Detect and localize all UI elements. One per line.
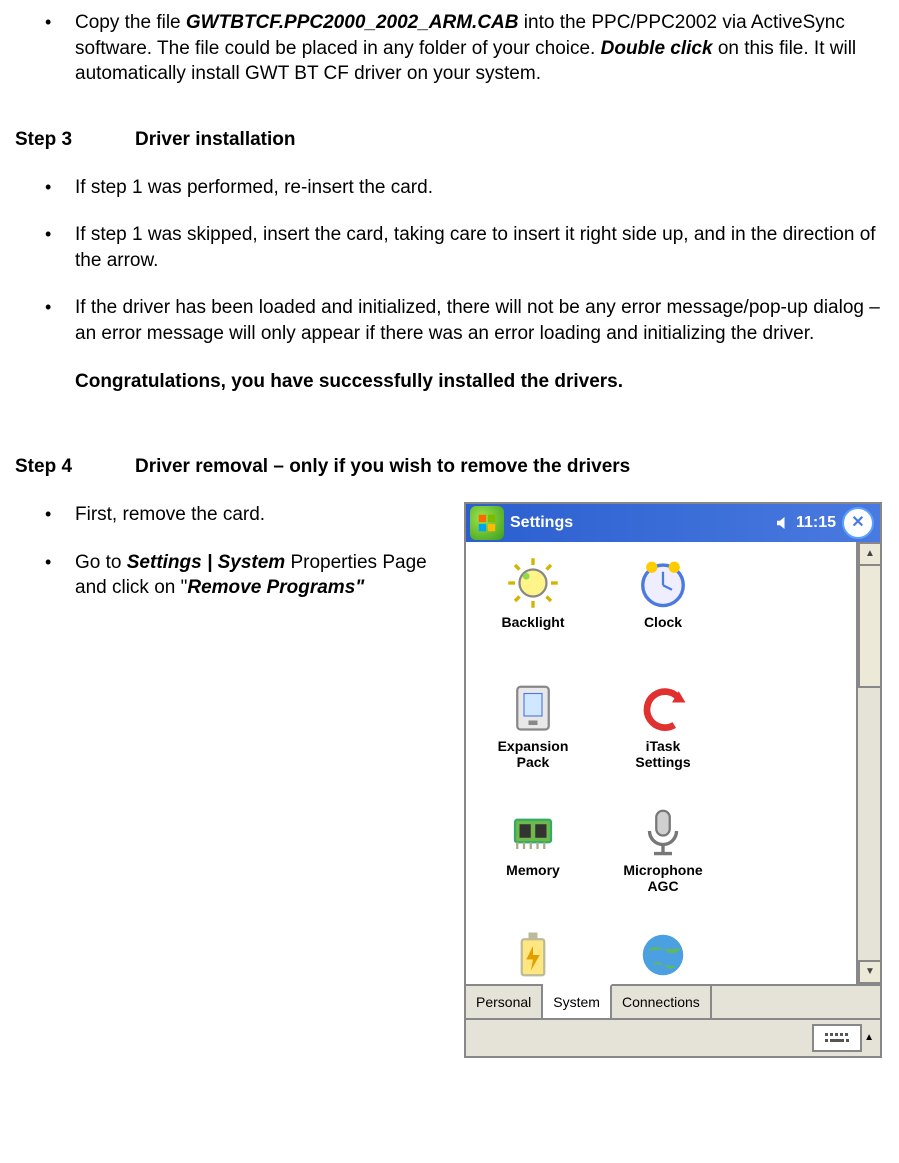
step3-congrats: Congratulations, you have successfully i… [15, 369, 884, 395]
settings-item-clock[interactable]: Clock [598, 546, 728, 670]
keyboard-icon[interactable] [812, 1024, 862, 1052]
scroll-up-icon[interactable]: ▲ [858, 542, 880, 566]
power-icon [506, 928, 560, 982]
start-icon[interactable] [470, 506, 504, 540]
settings-item-microphone[interactable]: MicrophoneAGC [598, 794, 728, 918]
step3-heading: Step 3Driver installation [15, 127, 884, 153]
settings-item-backlight[interactable]: Backlight [468, 546, 598, 670]
close-icon[interactable]: ✕ [842, 507, 874, 539]
tab-system[interactable]: System [543, 984, 612, 1018]
settings-item-expansion-pack[interactable]: ExpansionPack [468, 670, 598, 794]
step3-b3: If the driver has been loaded and initia… [15, 295, 884, 346]
step4-list: First, remove the card. Go to Settings |… [15, 502, 454, 601]
pda-screenshot: Settings 11:15 ✕ Backlight [464, 502, 884, 1058]
step4-b2: Go to Settings | System Properties Page … [15, 550, 454, 601]
pda-time: 11:15 [796, 512, 836, 534]
intro-bullet: Copy the file GWTBTCF.PPC2000_2002_ARM.C… [15, 10, 884, 87]
settings-item-power[interactable]: Power [468, 918, 598, 984]
step4-heading: Step 4Driver removal – only if you wish … [15, 454, 884, 480]
pda-bottom-bar: ▲ [466, 1018, 880, 1056]
regional-icon [636, 928, 690, 982]
settings-item-memory[interactable]: Memory [468, 794, 598, 918]
settings-item-itask[interactable]: iTaskSettings [598, 670, 728, 794]
itask-icon [636, 680, 690, 734]
tab-personal[interactable]: Personal [466, 986, 543, 1018]
tab-connections[interactable]: Connections [612, 986, 712, 1018]
scroll-down-icon[interactable]: ▼ [858, 960, 880, 984]
expansion-pack-icon [506, 680, 560, 734]
scroll-thumb[interactable] [858, 564, 880, 688]
pda-tabs: Personal System Connections [466, 984, 880, 1018]
step4-b1: First, remove the card. [15, 502, 454, 528]
intro-list: Copy the file GWTBTCF.PPC2000_2002_ARM.C… [15, 10, 884, 87]
memory-icon [506, 804, 560, 858]
step3-list: If step 1 was performed, re-insert the c… [15, 175, 884, 347]
settings-grid: Backlight Clock ExpansionPack iTask [466, 542, 856, 984]
pda-titlebar: Settings 11:15 ✕ [466, 504, 880, 542]
keyboard-chevron-icon[interactable]: ▲ [864, 1031, 874, 1045]
microphone-icon [636, 804, 690, 858]
filename: GWTBTCF.PPC2000_2002_ARM.CAB [186, 12, 519, 33]
clock-icon [636, 556, 690, 610]
pda-title-text: Settings [510, 512, 774, 534]
step3-b1: If step 1 was performed, re-insert the c… [15, 175, 884, 201]
scrollbar[interactable]: ▲ ▼ [856, 542, 880, 984]
step3-b2: If step 1 was skipped, insert the card, … [15, 222, 884, 273]
backlight-icon [506, 556, 560, 610]
speaker-icon[interactable] [774, 514, 792, 532]
settings-item-regional[interactable]: RegionalSettings [598, 918, 728, 984]
